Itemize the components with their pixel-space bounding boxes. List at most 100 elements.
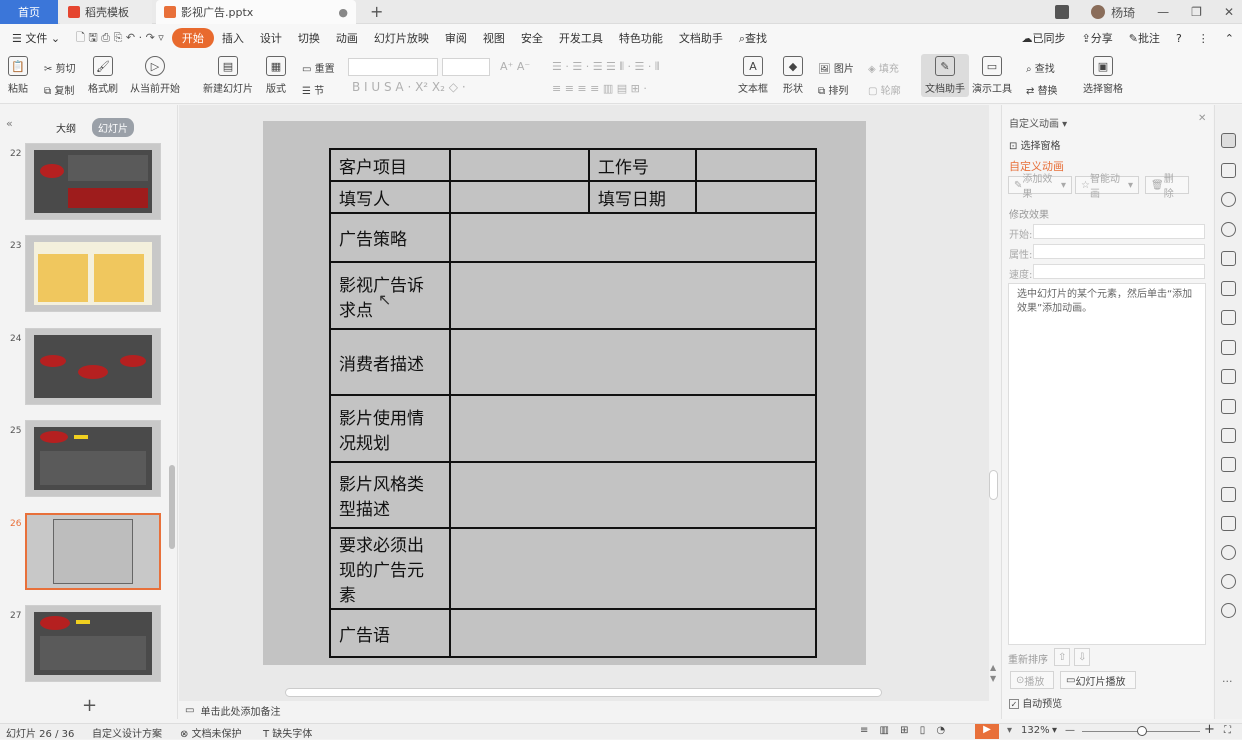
paragraph-toolbar-bottom[interactable]: ≡ ≡ ≡ ≡ ▥ ▤ ⊞ · bbox=[552, 82, 647, 95]
copy-style-icon[interactable] bbox=[1221, 163, 1236, 178]
table-icon[interactable] bbox=[1221, 281, 1236, 296]
slideshow-button[interactable]: ▭ 幻灯片播放 bbox=[1060, 671, 1136, 689]
slide-thumbnail-22[interactable] bbox=[25, 143, 161, 220]
slide-thumbnail-24[interactable] bbox=[25, 328, 161, 405]
tab-slideshow[interactable]: 幻灯片放映 bbox=[366, 30, 437, 46]
label-fill-date[interactable]: 填写日期 bbox=[587, 180, 697, 214]
slideshow-dropdown-icon[interactable]: ▾ bbox=[1007, 725, 1012, 736]
start-select[interactable] bbox=[1033, 224, 1205, 239]
label-film-style[interactable]: 影片风格类型描述 bbox=[329, 461, 451, 529]
selection-pane-button[interactable]: ▣ 选择窗格 bbox=[1083, 56, 1123, 95]
more-options-icon[interactable]: ··· bbox=[1222, 675, 1233, 688]
notes-bar[interactable]: ▭ 单击此处添加备注 bbox=[179, 701, 1001, 719]
page-nav-icons[interactable]: ▲ ▼ bbox=[990, 662, 996, 684]
format-painter-button[interactable]: 🖌 格式刷 bbox=[88, 56, 118, 95]
label-ad-strategy[interactable]: 广告策略 bbox=[329, 212, 451, 263]
help-icon[interactable]: ? bbox=[1168, 32, 1190, 45]
slides-tab[interactable]: 幻灯片 bbox=[92, 118, 134, 137]
presentation-tools-button[interactable]: ▭ 演示工具 bbox=[972, 56, 1012, 95]
value-client-project[interactable] bbox=[448, 148, 590, 182]
archive-icon[interactable] bbox=[1221, 457, 1236, 472]
paste-button[interactable]: 📋 粘贴 bbox=[8, 56, 28, 95]
animation-list[interactable]: 选中幻灯片的某个元素，然后单击“添加效果”添加动画。 bbox=[1008, 283, 1206, 645]
design-icon[interactable] bbox=[1221, 251, 1236, 266]
value-ad-appeal[interactable] bbox=[448, 261, 818, 330]
tab-template[interactable]: 稻壳模板 bbox=[60, 0, 152, 24]
label-consumer-description[interactable]: 消费者描述 bbox=[329, 328, 451, 396]
value-usage-plan[interactable] bbox=[448, 394, 818, 463]
property-select[interactable] bbox=[1033, 244, 1205, 259]
label-filled-by[interactable]: 填写人 bbox=[329, 180, 451, 214]
value-filled-by[interactable] bbox=[448, 180, 590, 214]
zoom-slider-thumb[interactable] bbox=[1137, 726, 1147, 736]
speed-select[interactable] bbox=[1033, 264, 1205, 279]
add-effect-button[interactable]: ✎ 添加效果 ▾ bbox=[1008, 174, 1072, 200]
location-icon[interactable] bbox=[1221, 222, 1236, 237]
add-slide-button[interactable]: + bbox=[82, 695, 97, 716]
font-family-select[interactable] bbox=[348, 58, 438, 76]
restore-icon[interactable]: ❐ bbox=[1191, 5, 1202, 19]
new-tab-icon[interactable]: + bbox=[370, 2, 383, 21]
value-job-number[interactable] bbox=[694, 148, 818, 182]
thumbnails-scrollbar[interactable] bbox=[169, 465, 175, 549]
play-button[interactable]: ⊙ 播放 bbox=[1010, 671, 1054, 689]
settings-slider-icon[interactable] bbox=[1221, 369, 1236, 384]
image-icon[interactable] bbox=[1221, 487, 1236, 502]
tab-close-icon[interactable]: ● bbox=[338, 6, 348, 19]
collapse-pane-icon[interactable]: « bbox=[6, 117, 13, 130]
cut-button[interactable]: ✂ 剪切 bbox=[44, 60, 76, 75]
more-icon[interactable]: ⋮ bbox=[1190, 32, 1217, 45]
annotate-button[interactable]: ✎批注 bbox=[1121, 30, 1168, 46]
tab-security[interactable]: 安全 bbox=[513, 30, 551, 46]
value-fill-date[interactable] bbox=[694, 180, 818, 214]
font-size-select[interactable] bbox=[442, 58, 490, 76]
share-button[interactable]: ⇪分享 bbox=[1074, 30, 1121, 46]
outline-button[interactable]: ▢ 轮廓 bbox=[868, 82, 901, 97]
zoom-in-button[interactable]: + bbox=[1204, 722, 1215, 737]
tab-features[interactable]: 特色功能 bbox=[611, 30, 671, 46]
value-consumer-description[interactable] bbox=[448, 328, 818, 396]
fit-window-icon[interactable]: ⛶ bbox=[1224, 725, 1231, 736]
pane-close-icon[interactable]: ✕ bbox=[1198, 113, 1206, 124]
export-icon[interactable] bbox=[1221, 428, 1236, 443]
view-mode-icons[interactable]: ≡ ▥ ⊞ ▯ ◔ bbox=[860, 725, 949, 736]
collapse-ribbon-icon[interactable]: ⌃ bbox=[1217, 32, 1242, 45]
tab-insert[interactable]: 插入 bbox=[214, 30, 252, 46]
label-client-project[interactable]: 客户项目 bbox=[329, 148, 451, 182]
replace-button[interactable]: ⇄ 替换 bbox=[1026, 82, 1058, 97]
font-format-toolbar[interactable]: B I U S A · X² X₂ ◇ · bbox=[352, 80, 466, 94]
window-tile-icon[interactable] bbox=[1055, 5, 1070, 19]
picture-button[interactable]: 🖼 图片 bbox=[818, 60, 854, 75]
tab-developer[interactable]: 开发工具 bbox=[551, 30, 611, 46]
zoom-out-button[interactable]: — bbox=[1065, 725, 1075, 736]
gallery-icon[interactable] bbox=[1221, 399, 1236, 414]
reset-button[interactable]: ▭ 重置 bbox=[302, 60, 335, 75]
shape-style-icon[interactable] bbox=[1221, 192, 1236, 207]
section-button[interactable]: ☰ 节 bbox=[302, 82, 324, 97]
slide-thumbnail-27[interactable] bbox=[25, 605, 161, 682]
doc-assistant-button[interactable]: ✎ 文档助手 bbox=[921, 54, 969, 97]
new-slide-button[interactable]: ▤ 新建幻灯片 bbox=[203, 56, 253, 95]
grid-icon[interactable] bbox=[1221, 310, 1236, 325]
slide-thumbnail-25[interactable] bbox=[25, 420, 161, 497]
animation-icon[interactable] bbox=[1221, 133, 1236, 148]
tab-design[interactable]: 设计 bbox=[252, 30, 290, 46]
chart-icon[interactable] bbox=[1221, 340, 1236, 355]
delete-button[interactable]: 🗑 删除 bbox=[1145, 174, 1189, 200]
zoom-level[interactable]: 132% bbox=[1021, 725, 1050, 736]
find-button[interactable]: ⌕ 查找 bbox=[1026, 60, 1055, 75]
label-job-number[interactable]: 工作号 bbox=[587, 148, 697, 182]
autopreview-checkbox[interactable]: ✓ 自动预览 bbox=[1009, 695, 1062, 710]
audio-icon[interactable] bbox=[1221, 516, 1236, 531]
arrange-button[interactable]: ⧉ 排列 bbox=[818, 82, 848, 97]
avatar[interactable] bbox=[1091, 5, 1106, 19]
tab-transition[interactable]: 切换 bbox=[290, 30, 328, 46]
value-ad-strategy[interactable] bbox=[448, 212, 818, 263]
label-usage-plan[interactable]: 影片使用情况规划 bbox=[329, 394, 451, 463]
label-slogan[interactable]: 广告语 bbox=[329, 608, 451, 658]
search-menu[interactable]: ⌕查找 bbox=[731, 30, 775, 46]
smart-animation-button[interactable]: ☆ 智能动画 ▾ bbox=[1075, 174, 1139, 200]
slideshow-play-button[interactable]: ▶ bbox=[975, 724, 999, 739]
shape-button[interactable]: ◆ 形状 bbox=[783, 56, 803, 95]
play-from-current-button[interactable]: ▷ 从当前开始 bbox=[130, 56, 180, 95]
